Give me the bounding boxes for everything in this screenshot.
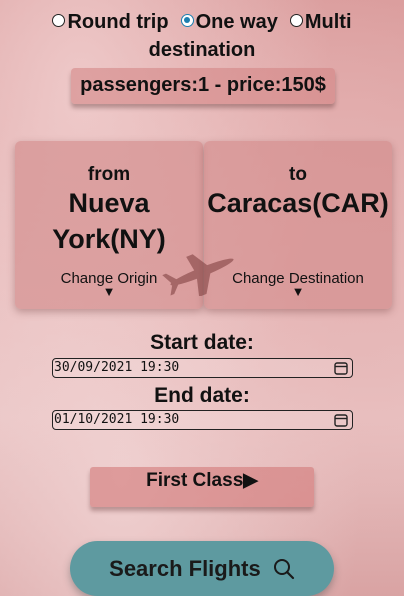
search-flights-button[interactable]: Search Flights: [70, 541, 334, 596]
start-date-label: Start date:: [150, 331, 254, 354]
round-trip-label[interactable]: Round trip: [67, 11, 168, 33]
one-way-radio[interactable]: [180, 14, 194, 27]
start-date-value[interactable]: 30/09/2021 19:30: [54, 360, 179, 375]
search-flights-label[interactable]: Search Flights: [109, 556, 261, 581]
end-date-input[interactable]: 01/10/2021 19:30: [52, 410, 353, 430]
destination-prefix: to: [289, 164, 307, 185]
origin-prefix: from: [87, 164, 131, 185]
origin-city-line1: Nueva: [68, 188, 150, 218]
start-date-input[interactable]: 30/09/2021 19:30: [52, 358, 353, 378]
calendar-icon[interactable]: [334, 413, 348, 427]
one-way-option[interactable]: One way: [180, 8, 278, 36]
multi-destination-label[interactable]: destination: [149, 39, 256, 61]
multi-destination-radio[interactable]: [289, 14, 303, 27]
calendar-icon[interactable]: [334, 361, 348, 375]
one-way-label[interactable]: One way: [196, 11, 278, 33]
multi-label[interactable]: Multi: [305, 11, 352, 33]
trip-type-selector: Round trip One way Multi destination: [0, 8, 404, 64]
booking-summary: passengers:1 - price:150$: [71, 68, 335, 104]
multi-destination-option[interactable]: Multi: [289, 8, 352, 36]
travel-class-button[interactable]: First Class▶: [90, 467, 314, 507]
round-trip-radio[interactable]: [52, 14, 66, 27]
airplane-icon: [162, 254, 234, 296]
search-icon[interactable]: [273, 558, 295, 580]
destination-city: Caracas(CAR): [207, 188, 389, 218]
round-trip-option[interactable]: Round trip: [52, 8, 169, 36]
end-date-label: End date:: [154, 384, 250, 407]
end-date-value[interactable]: 01/10/2021 19:30: [54, 412, 179, 427]
